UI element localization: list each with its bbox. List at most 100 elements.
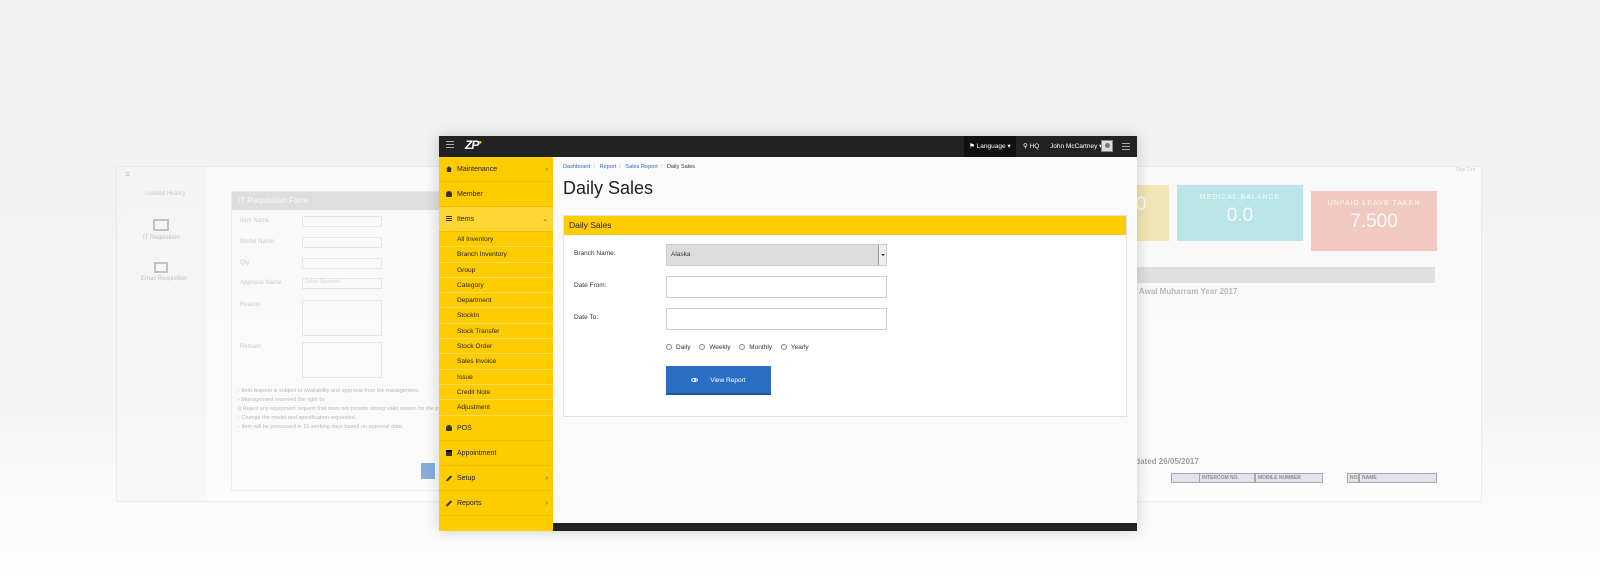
wrench-icon <box>445 474 453 482</box>
ghost-textarea <box>302 300 382 336</box>
branch-indicator[interactable]: ⚲ HQ <box>1018 136 1044 157</box>
language-label: Language <box>976 143 1006 150</box>
radio-weekly[interactable]: Weekly <box>699 344 730 351</box>
submenu-item-sales-invoice[interactable]: Sales Invoice <box>439 354 553 370</box>
monitor-icon <box>153 219 169 231</box>
sidebar-item-label: Member <box>457 191 483 198</box>
pencil-icon <box>445 499 453 507</box>
breadcrumb-current: Daily Sales <box>666 164 695 170</box>
sidebar-item-pos[interactable]: POS <box>439 416 553 441</box>
ghost-card: MEDICAL BALANCE 0.0 <box>1177 185 1303 241</box>
view-report-label: View Report <box>710 377 746 384</box>
submenu-item-group[interactable]: Group <box>439 263 553 278</box>
app-window: ZP● ⚑ Language ▾ ⚲ HQ John McCartney ▾ M… <box>439 136 1137 531</box>
ghost-field-label: Model Name <box>240 239 275 245</box>
ghost-it-label: IT Requisition <box>143 235 180 241</box>
ghost-table-header: INTERCOM NO. <box>1199 473 1255 483</box>
period-radio-group: Daily Weekly Monthly Yearly <box>666 344 816 351</box>
flag-icon: ⚑ <box>969 143 975 150</box>
branch-select-value: Alaska <box>671 251 691 258</box>
user-icon <box>446 424 452 431</box>
submenu-item-department[interactable]: Department <box>439 293 553 309</box>
breadcrumb-report[interactable]: Report <box>600 164 617 170</box>
ghost-select: Select Approval <box>302 278 382 289</box>
submenu-item-adjustment[interactable]: Adjustment <box>439 400 553 416</box>
background-screenshot-right: Sign Out 0 MEDICAL BALANCE 0.0 UNPAID LE… <box>1112 166 1482 502</box>
caret-down-icon[interactable] <box>878 245 886 265</box>
page-title: Daily Sales <box>563 178 654 198</box>
ghost-form: IT Requisition Form Item Name Model Name… <box>231 191 461 491</box>
hamburger-icon[interactable] <box>446 141 454 150</box>
ghost-field-label: Qty <box>240 260 250 266</box>
ghost-textarea <box>302 342 382 378</box>
ghost-signout: Sign Out <box>1455 167 1475 173</box>
sidebar-item-reports[interactable]: Reports › <box>439 491 553 516</box>
footer-bar <box>553 523 1137 531</box>
ghost-input <box>302 237 382 248</box>
calendar-icon <box>446 449 452 456</box>
radio-monthly[interactable]: Monthly <box>739 344 772 351</box>
eye-icon <box>691 378 699 382</box>
ghost-note: - Change the model and specification req… <box>238 415 357 421</box>
radio-yearly[interactable]: Yearly <box>780 344 809 351</box>
ghost-sidebar: ≡ Loaded History IT Requisition Email Re… <box>117 167 207 501</box>
submenu-item-category[interactable]: Category <box>439 278 553 294</box>
ghost-field-label: Approval Name <box>240 280 282 286</box>
hamburger-icon: ≡ <box>125 169 131 179</box>
ghost-note: - Management reserved the right to: <box>238 397 326 403</box>
menu-icon[interactable] <box>1122 143 1130 152</box>
sidebar-item-label: Reports <box>457 499 482 507</box>
background-screenshot-left: ≡ Loaded History IT Requisition Email Re… <box>116 166 461 502</box>
ghost-email-label: Email Requisition <box>141 276 188 282</box>
ghost-table-header: NAME <box>1359 473 1437 483</box>
radio-daily[interactable]: Daily <box>666 344 690 351</box>
items-submenu: All Inventory Branch Inventory Group Cat… <box>439 232 553 416</box>
language-dropdown[interactable]: ⚑ Language ▾ <box>964 136 1016 157</box>
main-content: Dashboard / Report / Sales Report / Daily S… <box>553 157 1137 531</box>
submenu-item-stock-transfer[interactable]: Stock Transfer <box>439 324 553 340</box>
chevron-right-icon: › <box>545 166 548 173</box>
sidebar-item-appointment[interactable]: Appointment <box>439 441 553 466</box>
panel-title: Daily Sales <box>564 216 1126 235</box>
sidebar-item-label: Setup <box>457 474 476 482</box>
ghost-field-label: Reason <box>240 302 261 308</box>
submenu-item-stockin[interactable]: StockIn <box>439 308 553 324</box>
view-report-button[interactable]: View Report <box>666 366 771 395</box>
submenu-item-branch-inventory[interactable]: Branch Inventory <box>439 247 553 263</box>
sidebar-item-maintenance[interactable]: Maintenance › <box>439 157 553 182</box>
top-navbar: ZP● ⚑ Language ▾ ⚲ HQ John McCartney ▾ <box>439 136 1137 157</box>
date-from-input[interactable] <box>666 276 887 298</box>
breadcrumb-dashboard[interactable]: Dashboard <box>563 164 590 170</box>
sidebar-item-member[interactable]: Member <box>439 182 553 207</box>
sidebar-item-setup[interactable]: Setup › <box>439 466 553 491</box>
date-to-input[interactable] <box>666 308 887 330</box>
breadcrumb-sales-report[interactable]: Sales Report <box>625 164 657 170</box>
avatar[interactable] <box>1101 140 1113 152</box>
submenu-item-issue[interactable]: Issue <box>439 370 553 385</box>
sidebar-item-label: Items <box>457 216 475 223</box>
ghost-input <box>302 216 382 227</box>
ghost-card: UNPAID LEAVE TAKEN 7.500 <box>1311 191 1437 251</box>
app-logo[interactable]: ZP● <box>465 138 482 152</box>
sidebar-item-label: Maintenance <box>457 166 498 173</box>
chevron-right-icon: › <box>545 499 548 507</box>
sidebar-item-items[interactable]: Items ⌄ <box>439 207 553 232</box>
user-icon <box>446 191 452 197</box>
chevron-down-icon: ⌄ <box>542 216 548 223</box>
date-from-label: Date From: <box>574 282 607 289</box>
branch-name-label: Branch Name: <box>574 250 616 257</box>
submenu-item-all-inventory[interactable]: All Inventory <box>439 232 553 248</box>
ghost-button <box>421 463 435 479</box>
user-menu[interactable]: John McCartney ▾ <box>1045 136 1107 157</box>
sidebar-item-label: POS <box>457 424 472 432</box>
ghost-form-title: IT Requisition Form <box>232 192 460 210</box>
submenu-item-stock-order[interactable]: Stock Order <box>439 339 553 355</box>
ghost-table-header: NO. <box>1347 473 1359 483</box>
branch-label: HQ <box>1029 143 1040 150</box>
submenu-item-credit-note[interactable]: Credit Note <box>439 385 553 401</box>
mail-icon <box>154 262 168 273</box>
ghost-note: i) Reject any equipment request that doe… <box>238 406 439 412</box>
branch-select[interactable]: Alaska <box>666 244 887 266</box>
caret-down-icon: ▾ <box>1007 143 1011 150</box>
sidebar: Maintenance › Member Items ⌄ All Invento… <box>439 157 553 531</box>
